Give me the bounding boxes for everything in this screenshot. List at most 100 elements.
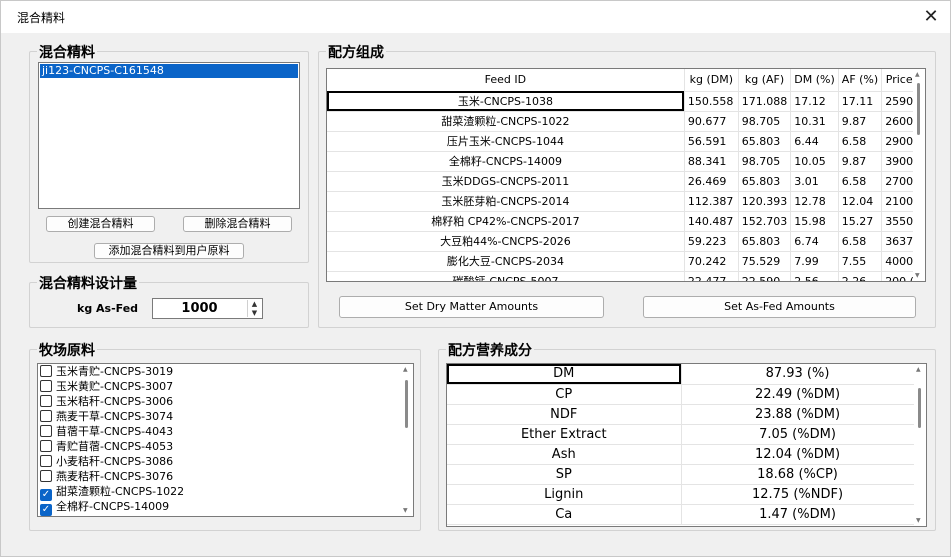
kg-dm-cell[interactable]: 112.387 (684, 191, 739, 212)
kg-dm-cell[interactable]: 90.677 (684, 111, 739, 132)
farm-feed-item[interactable]: 玉米黄贮-CNCPS-3007 (40, 379, 173, 394)
table-row[interactable]: Ca 1.47 (%DM) (447, 504, 915, 525)
kg-af-cell[interactable]: 22.590 (738, 271, 792, 281)
table-row[interactable]: CP 22.49 (%DM) (447, 384, 915, 405)
farm-feeds-scrollbar[interactable]: ▲ ▼ (401, 364, 413, 516)
kg-af-cell[interactable]: 152.703 (738, 211, 792, 232)
dm-pct-cell[interactable]: 6.44 (790, 131, 839, 152)
table-row[interactable]: 玉米胚芽粕-CNCPS-2014 112.387 120.393 12.78 1… (327, 191, 925, 212)
kg-dm-cell[interactable]: 59.223 (684, 231, 739, 252)
scroll-thumb[interactable] (917, 83, 920, 135)
nutrient-grid[interactable]: DM 87.93 (%) CP 22.49 (%DM) NDF 23.88 (%DM)… (446, 363, 927, 527)
scroll-up-icon[interactable]: ▲ (916, 366, 921, 373)
column-header[interactable]: Feed ID (327, 69, 685, 92)
af-pct-cell[interactable]: 6.58 (838, 131, 883, 152)
chevron-down-icon[interactable]: ▼ (248, 309, 261, 318)
scroll-down-icon[interactable]: ▼ (915, 272, 920, 279)
delete-mix-button[interactable]: 删除混合精料 (183, 216, 292, 232)
farm-feed-item[interactable]: 苜蓿干草-CNCPS-4043 (40, 424, 173, 439)
table-row[interactable]: DM 87.93 (%) (447, 364, 915, 385)
af-pct-cell[interactable]: 6.58 (838, 171, 883, 192)
dm-pct-cell[interactable]: 15.98 (790, 211, 839, 232)
mix-concentrate-list-item[interactable]: ji123-CNCPS-C161548 (40, 64, 298, 78)
kg-dm-cell[interactable]: 22.477 (684, 271, 739, 281)
set-dry-matter-amounts-button[interactable]: Set Dry Matter Amounts (339, 296, 604, 318)
af-pct-cell[interactable]: 12.04 (838, 191, 883, 212)
nutrient-value-cell[interactable]: 22.49 (%DM) (681, 384, 915, 405)
design-amount-value[interactable]: 1000 (153, 299, 246, 318)
kg-dm-cell[interactable]: 150.558 (684, 91, 739, 112)
af-pct-cell[interactable]: 17.11 (838, 91, 883, 112)
farm-feeds-checklist[interactable]: 玉米青贮-CNCPS-3019 玉米黄贮-CNCPS-3007 玉米秸秆-CNC… (37, 363, 414, 517)
kg-af-cell[interactable]: 65.803 (738, 131, 792, 152)
checkbox[interactable] (40, 380, 52, 392)
stepper-buttons[interactable]: ▲ ▼ (247, 300, 261, 317)
nutrient-name-cell[interactable]: DM (447, 364, 682, 385)
nutrient-name-cell[interactable]: Ash (447, 444, 682, 465)
formula-grid-scrollbar[interactable]: ▲ ▼ (913, 69, 925, 281)
af-pct-cell[interactable]: 7.55 (838, 251, 883, 272)
nutrient-name-cell[interactable]: NDF (447, 404, 682, 425)
checkbox[interactable] (40, 425, 52, 437)
nutrient-value-cell[interactable]: 1.47 (%DM) (681, 504, 915, 525)
kg-af-cell[interactable]: 65.803 (738, 171, 792, 192)
feed-id-cell[interactable]: 大豆粕44%-CNCPS-2026 (327, 231, 685, 252)
table-row[interactable]: 大豆粕44%-CNCPS-2026 59.223 65.803 6.74 6.5… (327, 231, 925, 252)
column-header[interactable]: DM (%) (790, 69, 839, 92)
dm-pct-cell[interactable]: 2.56 (790, 271, 839, 281)
kg-af-cell[interactable]: 171.088 (738, 91, 792, 112)
table-row[interactable]: Lignin 12.75 (%NDF) (447, 484, 915, 505)
farm-feed-item[interactable]: 青贮苜蓿-CNCPS-4053 (40, 439, 173, 454)
nutrient-value-cell[interactable]: 18.68 (%CP) (681, 464, 915, 485)
kg-af-cell[interactable]: 98.705 (738, 151, 792, 172)
table-row[interactable]: NDF 23.88 (%DM) (447, 404, 915, 425)
chevron-up-icon[interactable]: ▲ (248, 300, 261, 309)
checkbox-checked[interactable]: ✓ (40, 504, 52, 516)
nutrient-grid-scrollbar[interactable]: ▲ ▼ (914, 364, 926, 526)
kg-af-cell[interactable]: 65.803 (738, 231, 792, 252)
farm-feed-item[interactable]: 玉米秸秆-CNCPS-3006 (40, 394, 173, 409)
column-header[interactable]: kg (AF) (738, 69, 792, 92)
feed-id-cell[interactable]: 压片玉米-CNCPS-1044 (327, 131, 685, 152)
feed-id-cell[interactable]: 棉籽粕 CP42%-CNCPS-2017 (327, 211, 685, 232)
formula-grid[interactable]: Feed ID kg (DM) kg (AF) DM (%) AF (%) Pr… (326, 68, 926, 282)
feed-id-cell[interactable]: 膨化大豆-CNCPS-2034 (327, 251, 685, 272)
nutrient-value-cell[interactable]: 12.75 (%NDF) (681, 484, 915, 505)
farm-feed-item[interactable]: 燕麦干草-CNCPS-3074 (40, 409, 173, 424)
nutrient-name-cell[interactable]: Ether Extract (447, 424, 682, 445)
kg-af-cell[interactable]: 98.705 (738, 111, 792, 132)
checkbox[interactable] (40, 395, 52, 407)
feed-id-cell[interactable]: 玉米胚芽粕-CNCPS-2014 (327, 191, 685, 212)
table-row[interactable]: Ash 12.04 (%DM) (447, 444, 915, 465)
nutrient-name-cell[interactable]: CP (447, 384, 682, 405)
af-pct-cell[interactable]: 15.27 (838, 211, 883, 232)
farm-feed-item[interactable]: 玉米青贮-CNCPS-3019 (40, 364, 173, 379)
nutrient-name-cell[interactable]: Ca (447, 504, 682, 525)
nutrient-value-cell[interactable]: 7.05 (%DM) (681, 424, 915, 445)
feed-id-cell[interactable]: 玉米-CNCPS-1038 (327, 91, 685, 112)
checkbox[interactable] (40, 440, 52, 452)
table-row[interactable]: 玉米DDGS-CNCPS-2011 26.469 65.803 3.01 6.5… (327, 171, 925, 192)
table-row[interactable]: 碳酸钙-CNCPS-5007 22.477 22.590 2.56 2.26 2… (327, 271, 925, 281)
farm-feed-item[interactable]: ✓ 全棉籽-CNCPS-14009 (40, 499, 169, 516)
kg-dm-cell[interactable]: 26.469 (684, 171, 739, 192)
table-row[interactable]: 玉米-CNCPS-1038 150.558 171.088 17.12 17.1… (327, 91, 925, 112)
design-amount-stepper[interactable]: 1000 ▲ ▼ (152, 298, 263, 319)
feed-id-cell[interactable]: 碳酸钙-CNCPS-5007 (327, 271, 685, 281)
checkbox[interactable] (40, 365, 52, 377)
dm-pct-cell[interactable]: 3.01 (790, 171, 839, 192)
column-header[interactable]: kg (DM) (684, 69, 739, 92)
checkbox[interactable] (40, 410, 52, 422)
table-row[interactable]: SP 18.68 (%CP) (447, 464, 915, 485)
scroll-up-icon[interactable]: ▲ (403, 366, 408, 373)
create-mix-button[interactable]: 创建混合精料 (46, 216, 155, 232)
dm-pct-cell[interactable]: 12.78 (790, 191, 839, 212)
farm-feed-item[interactable]: 小麦秸秆-CNCPS-3086 (40, 454, 173, 469)
dm-pct-cell[interactable]: 6.74 (790, 231, 839, 252)
nutrient-value-cell[interactable]: 23.88 (%DM) (681, 404, 915, 425)
scroll-thumb[interactable] (918, 388, 921, 428)
farm-feed-item[interactable]: 燕麦秸秆-CNCPS-3076 (40, 469, 173, 484)
column-header[interactable]: AF (%) (838, 69, 883, 92)
checkbox[interactable] (40, 470, 52, 482)
table-row[interactable]: 膨化大豆-CNCPS-2034 70.242 75.529 7.99 7.55 … (327, 251, 925, 272)
